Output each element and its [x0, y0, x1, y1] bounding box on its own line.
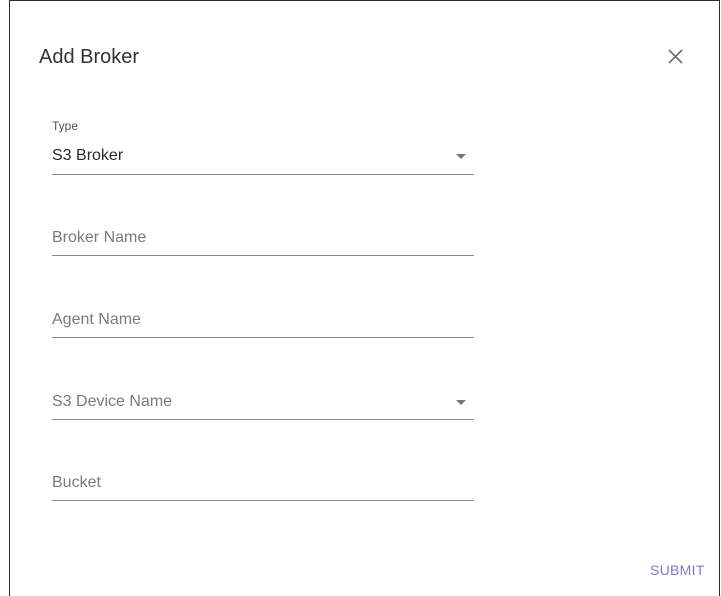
caret-down-icon — [456, 400, 466, 405]
caret-down-icon — [456, 154, 466, 159]
add-broker-dialog: Add Broker Type S3 Broker Broker Name Ag… — [9, 0, 720, 596]
close-button[interactable] — [665, 46, 687, 68]
s3-device-name-placeholder: S3 Device Name — [52, 393, 173, 410]
broker-name-underline — [52, 255, 474, 256]
s3-device-name-select[interactable]: S3 Device Name — [52, 391, 474, 423]
agent-name-underline — [52, 337, 474, 338]
type-select[interactable]: Type S3 Broker — [52, 119, 474, 177]
broker-name-placeholder: Broker Name — [52, 229, 147, 246]
submit-button[interactable]: SUBMIT — [650, 562, 705, 578]
dialog-title: Add Broker — [39, 46, 140, 68]
bucket-placeholder: Bucket — [52, 474, 101, 491]
bucket-underline — [52, 500, 474, 501]
agent-name-field[interactable]: Agent Name — [52, 308, 474, 340]
broker-name-field[interactable]: Broker Name — [52, 226, 474, 258]
s3-device-name-underline — [52, 419, 474, 420]
type-underline — [52, 174, 474, 175]
type-value: S3 Broker — [52, 147, 124, 164]
bucket-field[interactable]: Bucket — [52, 472, 474, 504]
type-label: Type — [52, 119, 79, 133]
close-icon — [665, 46, 687, 68]
agent-name-placeholder: Agent Name — [52, 311, 141, 328]
